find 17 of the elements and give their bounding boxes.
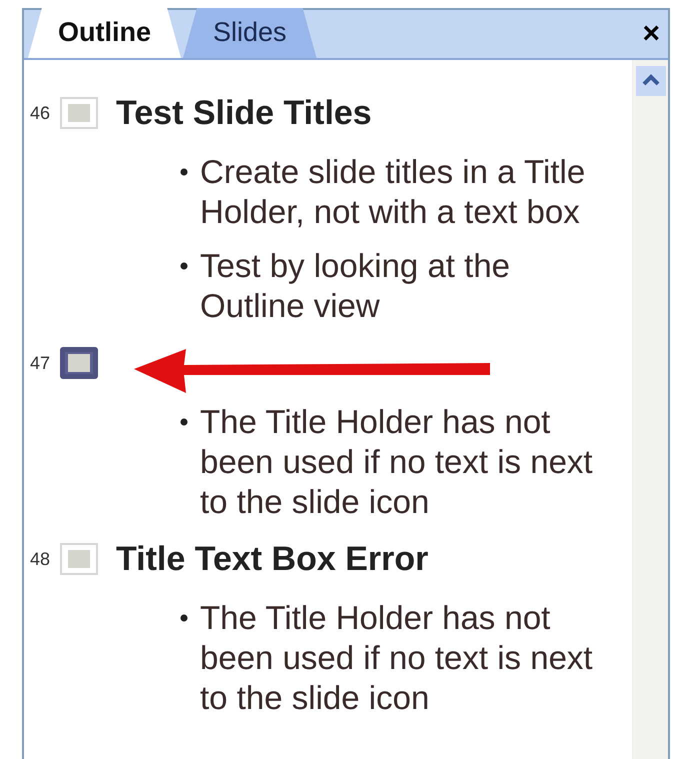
slide-number: 48 [30, 548, 52, 570]
bullet-text: The Title Holder has not been used if no text is next to the slide icon [200, 402, 594, 522]
slide-title: Test Slide Titles [116, 92, 372, 134]
slide-number: 46 [30, 102, 52, 124]
bullet-text: Test by looking at the Outline view [200, 246, 512, 326]
bullet-icon [180, 168, 188, 176]
slide-icon[interactable] [60, 347, 98, 379]
bullet-icon [180, 614, 188, 622]
tab[interactable]: Outline [28, 8, 181, 58]
bullet-text: The Title Holder has not been used if no text is next to the slide icon [200, 598, 594, 718]
bullet-icon [180, 418, 188, 426]
tab[interactable]: Slides [183, 8, 317, 58]
bullet-text: Create slide titles in a Title Holder, not with a text box [200, 152, 586, 232]
slide-title: Title Text Box Error [116, 538, 428, 580]
close-button[interactable]: × [634, 19, 668, 49]
slide-number: 47 [30, 352, 52, 374]
bullet-icon [180, 262, 188, 270]
